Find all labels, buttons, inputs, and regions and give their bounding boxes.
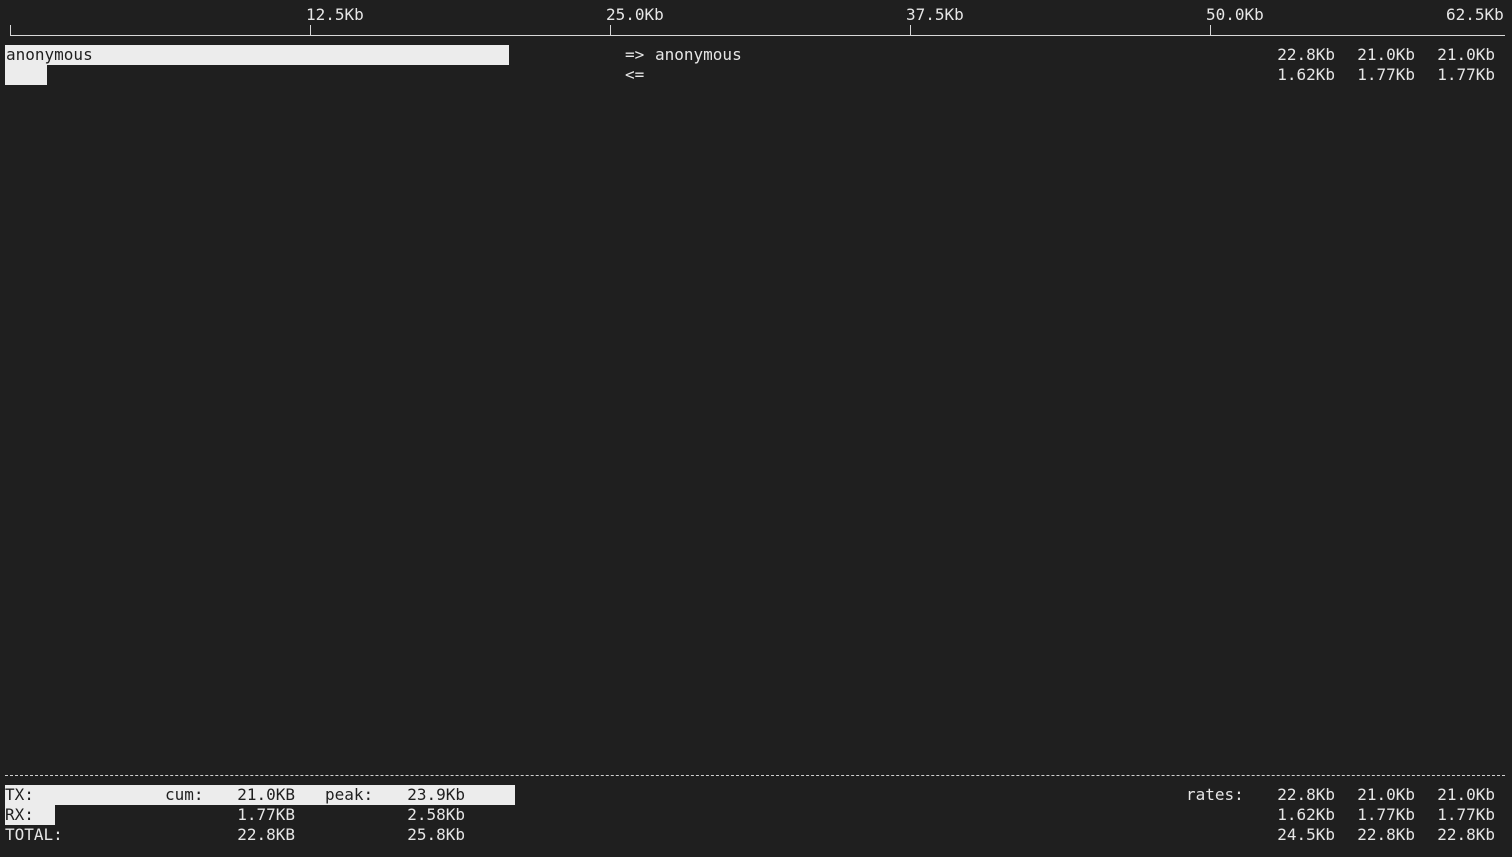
- scale-tick-2: [610, 25, 611, 36]
- tx-rate-10s: 21.0Kb: [1357, 785, 1415, 804]
- scale-tick-3: [910, 25, 911, 36]
- total-peak-value: 25.8Kb: [407, 825, 465, 844]
- tx-rate-40s: 21.0Kb: [1437, 785, 1495, 804]
- host-tx-rate-10s: 21.0Kb: [1357, 45, 1415, 64]
- host-rx-rate-10s: 1.77Kb: [1357, 65, 1415, 84]
- rx-cum-value: 1.77KB: [237, 805, 295, 824]
- scale-axis: [10, 35, 1505, 36]
- rx-label: RX:: [5, 805, 34, 824]
- tx-peak-value: 23.9Kb: [407, 785, 465, 804]
- rx-arrow: <=: [625, 65, 645, 84]
- host-name[interactable]: anonymous: [6, 45, 93, 65]
- tx-rate-2s: 22.8Kb: [1277, 785, 1335, 804]
- scale-label-50: 50.0Kb: [1206, 5, 1264, 24]
- rx-rate-2s: 1.62Kb: [1277, 805, 1335, 824]
- scale-tick-4: [1210, 25, 1211, 36]
- scale-label-62-5: 62.5Kb: [1446, 5, 1504, 24]
- cum-label: cum:: [165, 785, 204, 804]
- host-rx-bar: [5, 65, 47, 85]
- scale-tick-origin: [10, 25, 11, 36]
- total-rate-40s: 22.8Kb: [1437, 825, 1495, 844]
- totals-separator: [5, 775, 1505, 776]
- rx-rate-40s: 1.77Kb: [1437, 805, 1495, 824]
- rx-peak-value: 2.58Kb: [407, 805, 465, 824]
- tx-arrow: =>: [625, 45, 645, 64]
- tx-label: TX:: [5, 785, 34, 804]
- host-rx-rate-2s: 1.62Kb: [1277, 65, 1335, 84]
- total-label: TOTAL:: [5, 825, 63, 844]
- tx-cum-value: 21.0KB: [237, 785, 295, 804]
- peer-name[interactable]: anonymous: [655, 45, 742, 65]
- total-cum-value: 22.8KB: [237, 825, 295, 844]
- host-tx-rate-40s: 21.0Kb: [1437, 45, 1495, 64]
- peak-label: peak:: [325, 785, 374, 804]
- scale-label-37-5: 37.5Kb: [906, 5, 964, 24]
- scale-label-25: 25.0Kb: [606, 5, 664, 24]
- host-rx-rate-40s: 1.77Kb: [1437, 65, 1495, 84]
- scale-label-12-5: 12.5Kb: [306, 5, 364, 24]
- scale-tick-1: [310, 25, 311, 36]
- rx-rate-10s: 1.77Kb: [1357, 805, 1415, 824]
- rates-label: rates:: [1186, 785, 1244, 804]
- total-rate-2s: 24.5Kb: [1277, 825, 1335, 844]
- host-tx-rate-2s: 22.8Kb: [1277, 45, 1335, 64]
- total-rate-10s: 22.8Kb: [1357, 825, 1415, 844]
